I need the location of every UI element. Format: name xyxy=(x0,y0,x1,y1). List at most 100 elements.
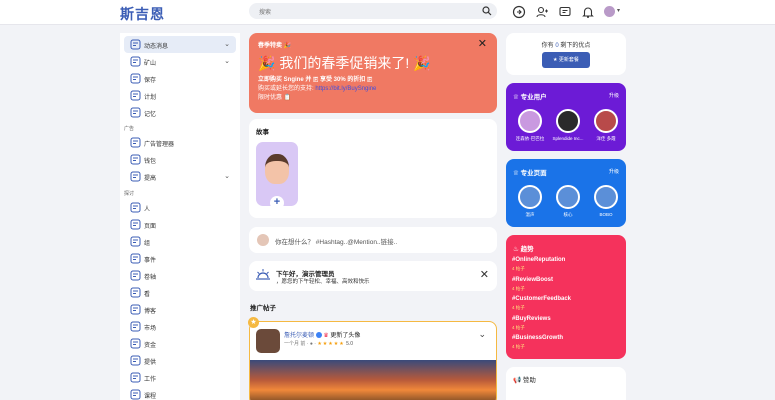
post-image[interactable] xyxy=(250,360,496,400)
trend-count: 4 帖子 xyxy=(512,285,525,291)
sidebar-item[interactable]: 矿山 ⌄ xyxy=(124,53,236,70)
sidebar-item[interactable]: 动态消息 ⌄ xyxy=(124,36,236,53)
sidebar-item[interactable]: 钱包 xyxy=(124,151,236,168)
sidebar-item-label: 页面 xyxy=(144,224,157,230)
explore-heading: 探讨 xyxy=(124,191,135,197)
greeting-card: 下午好，演示管理员 ，愿您的下午轻松、幸福、高效和快乐 ✕ xyxy=(249,261,497,291)
sidebar-item[interactable]: 课程 xyxy=(124,386,236,400)
jobs-icon xyxy=(130,372,141,383)
user-avatar[interactable] xyxy=(604,6,615,17)
pro-user-name: Splendide Inc... xyxy=(552,136,584,141)
sidebar-item-label: 记忆 xyxy=(144,112,157,118)
messages-icon[interactable] xyxy=(558,5,572,19)
sidebar-item-label: 博客 xyxy=(144,309,157,315)
sidebar-item-label: 保存 xyxy=(144,78,157,84)
promo-title: 🎉 我们的春季促销来了! 🎉 xyxy=(258,55,431,71)
trend-tag[interactable]: #CustomerFeedback xyxy=(512,296,571,302)
sidebar-item[interactable]: 页面 xyxy=(124,216,236,233)
trend-tag[interactable]: #BuyReviews xyxy=(512,316,551,322)
funding-icon xyxy=(130,338,141,349)
courses-icon xyxy=(130,389,141,400)
chevron-down-icon[interactable]: ⌄ xyxy=(478,329,486,340)
sidebar-item[interactable]: 保存 xyxy=(124,70,236,87)
boost-icon xyxy=(130,171,141,182)
promo-tag: 春季特卖 🎉 xyxy=(258,43,292,49)
search-bar[interactable]: 搜索 xyxy=(249,3,497,19)
sidebar-item-label: 市场 xyxy=(144,326,157,332)
sidebar-item[interactable]: 工作 xyxy=(124,369,236,386)
sidebar-item-label: 人 xyxy=(144,207,151,213)
verified-icon xyxy=(315,332,322,339)
post-composer[interactable]: 你在想什么？ #Hashtag..@Mention..链接.. xyxy=(249,227,497,253)
people-icon xyxy=(130,202,141,213)
crown-icon: ♛ xyxy=(323,333,329,339)
add-story-icon[interactable]: + xyxy=(270,196,284,210)
pro-page-name: 核心 xyxy=(563,212,573,217)
sidebar-item-label: 广告管理器 xyxy=(144,142,175,148)
sidebar-item-label: 提高 xyxy=(144,176,157,182)
sidebar-item[interactable]: 看 xyxy=(124,284,236,301)
trend-count: 4 帖子 xyxy=(512,305,525,311)
friend-requests-icon[interactable] xyxy=(535,5,549,19)
sidebar-item-label: 事件 xyxy=(144,258,157,264)
close-icon[interactable]: ✕ xyxy=(478,37,487,50)
trend-count: 4 帖子 xyxy=(512,344,525,350)
chevron-down-icon[interactable]: ⌄ xyxy=(224,40,230,48)
sidebar-item-label: 动态消息 xyxy=(144,44,169,50)
search-icon[interactable] xyxy=(482,6,492,16)
left-sidebar: 动态消息 ⌄ 矿山 ⌄ 保存 计划 记忆 广告 广告管理器 钱包 提高 ⌄ 探讨 人页面组事件 卷轴… xyxy=(120,33,240,400)
rating-stars: ★★★★★ xyxy=(317,341,345,347)
sidebar-item[interactable]: 博客 xyxy=(124,301,236,318)
chevron-down-icon[interactable]: ⌄ xyxy=(224,172,230,180)
sidebar-item-label: 看 xyxy=(144,292,151,298)
pro-user-avatar xyxy=(556,109,580,133)
promo-link[interactable]: https://bit.ly/BuySngine xyxy=(315,86,376,92)
stories-card: 故事 + xyxy=(249,119,497,218)
notifications-icon[interactable] xyxy=(581,5,595,19)
upgrade-plan-button[interactable]: ★ 更新套餐 xyxy=(542,52,590,68)
pro-users-title: ♕ 专业用户 xyxy=(513,94,547,101)
sidebar-item[interactable]: 提高 ⌄ xyxy=(124,168,236,185)
sidebar-item[interactable]: 人 xyxy=(124,199,236,216)
pro-user-name: 连森依·巴巴拉 xyxy=(515,136,545,141)
upgrade-link[interactable]: 升级 xyxy=(609,168,619,175)
sidebar-item[interactable]: 资金 xyxy=(124,335,236,352)
sidebar-item[interactable]: 卷轴 xyxy=(124,267,236,284)
sidebar-item-label: 工作 xyxy=(144,377,157,383)
watch-icon xyxy=(130,287,141,298)
market-icon xyxy=(130,321,141,332)
plan-icon xyxy=(130,90,141,101)
promo-line3: 限时优惠 📋 xyxy=(258,95,292,101)
upgrade-link[interactable]: 升级 xyxy=(609,92,619,99)
composer-input[interactable]: 你在想什么？ #Hashtag..@Mention..链接.. xyxy=(275,236,397,246)
pro-page-name: BOBO xyxy=(599,212,613,217)
reels-icon xyxy=(130,270,141,281)
close-icon[interactable]: ✕ xyxy=(480,268,489,281)
trend-tag[interactable]: #BusinessGrowth xyxy=(512,335,563,341)
trend-tag[interactable]: #ReviewBoost xyxy=(512,277,553,283)
chevron-down-icon[interactable]: ⌄ xyxy=(224,57,230,65)
sidebar-item[interactable]: 广告管理器 xyxy=(124,134,236,151)
sidebar-item[interactable]: 计划 xyxy=(124,87,236,104)
sun-icon xyxy=(256,269,270,280)
trend-tag[interactable]: #OnlineReputation xyxy=(512,257,565,263)
site-logo[interactable]: 斯吉恩 xyxy=(120,4,165,24)
sidebar-item[interactable]: 事件 xyxy=(124,250,236,267)
sidebar-item[interactable]: 组 xyxy=(124,233,236,250)
trends-card: ♨ 趋势 #OnlineReputation 4 帖子 #ReviewBoost 4 … xyxy=(506,235,626,359)
sidebar-item[interactable]: 市场 xyxy=(124,318,236,335)
create-story-tile[interactable]: + xyxy=(256,142,298,210)
chevron-down-icon[interactable]: ▾ xyxy=(617,7,620,14)
trend-count: 4 帖子 xyxy=(512,324,525,330)
stories-title: 故事 xyxy=(256,129,269,136)
pro-page-avatar xyxy=(518,185,542,209)
sponsored-card: 📢 赞助 xyxy=(506,367,626,400)
sidebar-item[interactable]: 记忆 xyxy=(124,104,236,121)
promo-card: 春季特卖 🎉 ✕ 🎉 我们的春季促销来了! 🎉 立即购买 Sngine 并 🇫 … xyxy=(249,33,497,113)
pro-page-name: 温声 xyxy=(525,212,535,217)
add-circle-icon[interactable] xyxy=(512,5,526,19)
megaphone-icon xyxy=(130,137,141,148)
post-author-avatar[interactable] xyxy=(256,329,280,353)
post-author[interactable]: 詹托尔麦顿 xyxy=(284,333,314,339)
sidebar-item[interactable]: 提供 xyxy=(124,352,236,369)
